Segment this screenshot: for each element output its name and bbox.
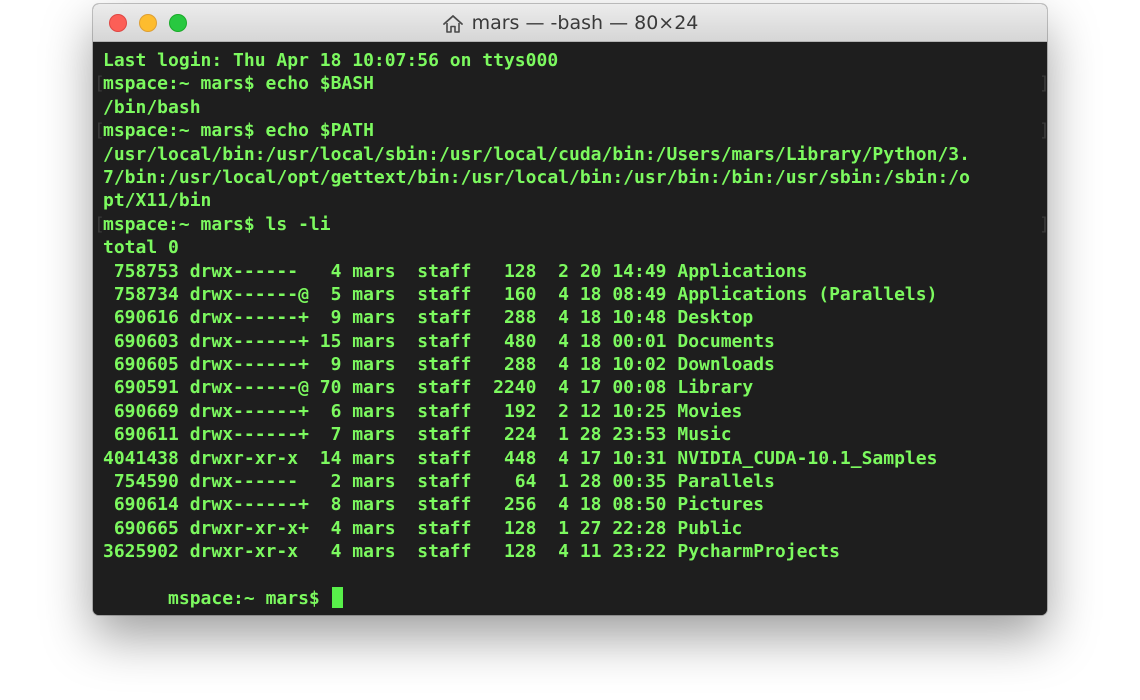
terminal-line: 690605 drwx------+ 9 mars staff 288 4 18… (103, 353, 1047, 376)
command-mark-right: ] (1039, 72, 1047, 95)
terminal-line: /usr/local/bin:/usr/local/sbin:/usr/loca… (103, 143, 1047, 166)
terminal-line-text: mspace:~ mars$ ls -li (103, 213, 331, 235)
terminal-line-text: /usr/local/bin:/usr/local/sbin:/usr/loca… (103, 143, 970, 165)
terminal-line: 754590 drwx------ 2 mars staff 64 1 28 0… (103, 470, 1047, 493)
terminal-line: 758734 drwx------@ 5 mars staff 160 4 18… (103, 283, 1047, 306)
terminal-line-text: 758734 drwx------@ 5 mars staff 160 4 18… (103, 283, 938, 305)
terminal-line-text: 3625902 drwxr-xr-x 4 mars staff 128 4 11… (103, 541, 840, 563)
terminal-line: 690665 drwxr-xr-x+ 4 mars staff 128 1 27… (103, 517, 1047, 540)
command-mark-left: [ (94, 73, 105, 95)
terminal-line: Last login: Thu Apr 18 10:07:56 on ttys0… (103, 49, 1047, 72)
terminal-line-text: mspace:~ mars$ echo $PATH (103, 120, 374, 142)
title-bar[interactable]: mars — -bash — 80×24 (93, 4, 1047, 42)
command-mark-left: [ (94, 213, 105, 235)
command-mark-right: ] (1039, 213, 1047, 236)
terminal-window: mars — -bash — 80×24 Last login: Thu Apr… (93, 4, 1047, 615)
home-icon (442, 15, 463, 33)
terminal-line-text: 690616 drwx------+ 9 mars staff 288 4 18… (103, 307, 754, 329)
terminal-line-text: total 0 (103, 237, 179, 259)
terminal-line-text: 754590 drwx------ 2 mars staff 64 1 28 0… (103, 471, 775, 493)
terminal-line-text: 690603 drwx------+ 15 mars staff 480 4 1… (103, 330, 775, 352)
prompt-text: mspace:~ mars$ (168, 588, 331, 609)
terminal-line-text: 690591 drwx------@ 70 mars staff 2240 4 … (103, 377, 754, 399)
terminal-line: 690669 drwx------+ 6 mars staff 192 2 12… (103, 400, 1047, 423)
command-mark-right: ] (1039, 119, 1047, 142)
terminal-line-text: 758753 drwx------ 4 mars staff 128 2 20 … (103, 260, 808, 282)
text-cursor (331, 587, 343, 608)
terminal-line-text: mspace:~ mars$ echo $BASH (103, 73, 374, 95)
terminal-line: 7/bin:/usr/local/opt/gettext/bin:/usr/lo… (103, 166, 1047, 189)
terminal-line: [] mspace:~ mars$ echo $PATH (94, 119, 1047, 142)
terminal-line-text: 690669 drwx------+ 6 mars staff 192 2 12… (103, 400, 743, 422)
terminal-line: 690603 drwx------+ 15 mars staff 480 4 1… (103, 330, 1047, 353)
terminal-line-text: 4041438 drwxr-xr-x 14 mars staff 448 4 1… (103, 447, 938, 469)
terminal-line: 690611 drwx------+ 7 mars staff 224 1 28… (103, 423, 1047, 446)
terminal-line-text: Last login: Thu Apr 18 10:07:56 on ttys0… (103, 50, 559, 71)
terminal-line: 690616 drwx------+ 9 mars staff 288 4 18… (103, 306, 1047, 329)
terminal-line: /bin/bash (103, 96, 1047, 119)
terminal-line-text: 7/bin:/usr/local/opt/gettext/bin:/usr/lo… (103, 166, 970, 188)
terminal-line-text: 690614 drwx------+ 8 mars staff 256 4 18… (103, 494, 765, 516)
terminal-line-text: 690611 drwx------+ 7 mars staff 224 1 28… (103, 424, 732, 446)
window-title: mars — -bash — 80×24 (93, 4, 1047, 42)
terminal-line: 690591 drwx------@ 70 mars staff 2240 4 … (103, 376, 1047, 399)
terminal-line: pt/X11/bin (103, 189, 1047, 212)
terminal-line: total 0 (103, 236, 1047, 259)
terminal-line: [] mspace:~ mars$ ls -li (94, 213, 1047, 236)
terminal-line-text: 690605 drwx------+ 9 mars staff 288 4 18… (103, 354, 775, 376)
terminal-line: 758753 drwx------ 4 mars staff 128 2 20 … (103, 260, 1047, 283)
terminal-line: 690614 drwx------+ 8 mars staff 256 4 18… (103, 493, 1047, 516)
prompt-line[interactable]: mspace:~ mars$ (103, 564, 1047, 609)
terminal-line: [] mspace:~ mars$ echo $BASH (94, 72, 1047, 95)
terminal-line-text: 690665 drwxr-xr-x+ 4 mars staff 128 1 27… (103, 517, 743, 539)
window-title-text: mars — -bash — 80×24 (471, 12, 699, 34)
terminal-output[interactable]: Last login: Thu Apr 18 10:07:56 on ttys0… (93, 42, 1047, 615)
terminal-line: 3625902 drwxr-xr-x 4 mars staff 128 4 11… (103, 540, 1047, 563)
terminal-line: 4041438 drwxr-xr-x 14 mars staff 448 4 1… (103, 447, 1047, 470)
terminal-line-text: /bin/bash (103, 96, 201, 118)
terminal-line-text: pt/X11/bin (103, 190, 212, 212)
command-mark-left: [ (94, 120, 105, 142)
